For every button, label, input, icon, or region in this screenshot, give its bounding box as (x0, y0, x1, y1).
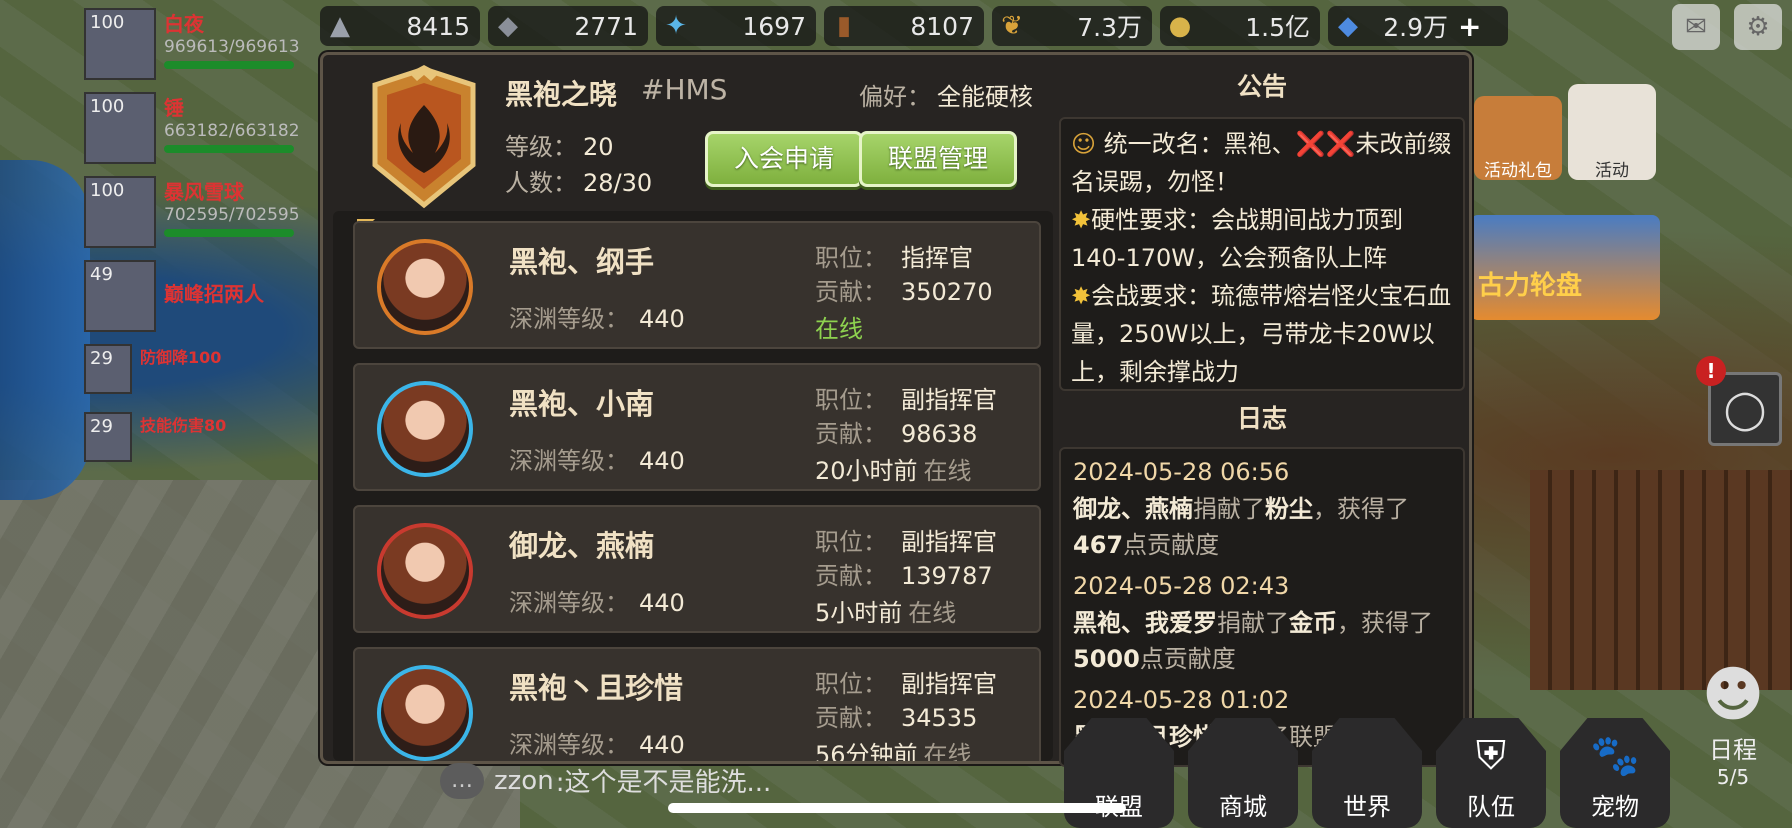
nav-shop[interactable]: 商城 (1188, 718, 1298, 828)
paw-icon: 🐾 (1590, 733, 1640, 779)
member-card[interactable]: 御龙、燕楠 深渊等级： 440 职位： 副指挥官 贡献： 139787 5小时前 在线 (353, 505, 1041, 633)
nav-pet[interactable]: 🐾 宠物 (1560, 718, 1670, 828)
crystal-icon: ✦ (665, 11, 687, 41)
resource-wheat: ❦ 7.3万 (992, 6, 1152, 46)
avatar: 29 (84, 344, 132, 394)
top-right-icons: ✉ ⚙ (1672, 4, 1782, 50)
alliance-manage-button[interactable]: 联盟管理 (859, 131, 1017, 187)
star-icon: ✸ (1071, 206, 1092, 234)
avatar: 49 (84, 260, 156, 332)
settings-gear-icon[interactable]: ⚙ (1734, 4, 1782, 50)
nav-team[interactable]: ⛨ 队伍 (1436, 718, 1546, 828)
guild-preference: 偏好： 全能硬核 (859, 83, 1033, 111)
home-indicator[interactable] (668, 803, 1126, 813)
avatar (377, 523, 473, 619)
member-card[interactable]: 黑袍丶且珍惜 深渊等级： 440 职位： 副指挥官 贡献： 34535 56分钟前 在线 (353, 647, 1041, 761)
add-diamond-icon[interactable]: + (1458, 10, 1481, 43)
nav-world[interactable]: 世界 (1312, 718, 1422, 828)
smiley-icon: ☺ (1071, 130, 1097, 158)
wooden-fence (1530, 470, 1792, 690)
chat-bubble-icon[interactable]: … (440, 762, 484, 799)
notice-title: 公告 (1236, 72, 1287, 101)
lucky-wheel-banner[interactable]: 古力轮盘 (1470, 215, 1660, 320)
resource-crystal: ✦ 1697 (656, 6, 816, 46)
guild-name: 黑袍之晓 (505, 78, 618, 111)
wheat-icon: ❦ (1001, 11, 1023, 41)
wood-icon: ▮ (836, 11, 852, 41)
join-requests-button[interactable]: 入会申请 (705, 131, 863, 187)
notice-board: ☺ 统一改名：黑袍、❌❌未改前缀名误踢，勿怪！ ✸硬性要求：会战期间战力顶到14… (1059, 117, 1465, 391)
avatar: 100 (84, 92, 156, 164)
resource-stone: ▲ 8415 (320, 6, 480, 46)
hp-bar (164, 61, 294, 69)
guild-tag: #HMS (641, 73, 728, 106)
water-area (0, 160, 90, 500)
hp-bar (164, 145, 294, 153)
nav-schedule[interactable]: ☻ 日程 5/5 (1678, 660, 1788, 828)
online-status: 20小时前 在线 (815, 457, 972, 485)
resource-wood: ▮ 8107 (824, 6, 984, 46)
party-member[interactable]: 100 锤 663182/663182 (84, 92, 324, 170)
log-title: 日志 (1236, 404, 1287, 433)
guild-crest-phoenix-icon (372, 65, 476, 209)
schedule-character-icon: ☻ (1701, 660, 1765, 730)
event-calendar-button[interactable]: 活动 (1568, 84, 1656, 181)
hp-bar (164, 229, 294, 237)
avatar (377, 381, 473, 477)
guild-member-count: 人数： 28/30 (505, 169, 653, 197)
member-card[interactable]: 黑袍、小南 深渊等级： 440 职位： 副指挥官 贡献： 98638 20小时前 在线 (353, 363, 1041, 491)
party-list: 100 白夜 969613/969613 100 锤 663182/663182 100… (84, 8, 324, 480)
resource-iron: ◆ 2771 (488, 6, 648, 46)
party-member[interactable]: 29 技能伤害80 (84, 412, 324, 474)
coin-icon: ● (1168, 11, 1192, 41)
guild-level: 等级： 20 (505, 133, 614, 161)
helmet-icon: ⛨ (1476, 733, 1506, 779)
iron-icon: ◆ (498, 11, 518, 41)
online-status: 56分钟前 在线 (815, 741, 972, 761)
mail-icon[interactable]: ✉ (1672, 4, 1720, 50)
resource-coin: ● 1.5亿 (1160, 6, 1320, 46)
party-member[interactable]: 49 巅峰招两人 (84, 260, 324, 338)
avatar: 29 (84, 412, 132, 462)
avatar: 100 (84, 8, 156, 80)
chat-bar[interactable]: … zzon:这个是不是能洗... (440, 762, 771, 799)
avatar (377, 239, 473, 335)
diamond-icon: ◆ (1338, 11, 1358, 41)
alert-icon: ! (1696, 356, 1726, 386)
party-member[interactable]: 29 防御降100 (84, 344, 324, 406)
resource-bar: ▲ 8415 ◆ 2771 ✦ 1697 ▮ 8107 ❦ 7.3万 ● 1.5亿 ◆ 2.9… (320, 0, 1508, 52)
activity-gift-button[interactable]: 活动礼包 (1474, 96, 1562, 181)
party-member[interactable]: 100 暴风雪球 702595/702595 (84, 176, 324, 254)
resource-diamond[interactable]: ◆ 2.9万 + (1328, 6, 1508, 46)
member-card[interactable]: 黑袍、纲手 深渊等级： 440 职位： 指挥官 贡献： 350270 在线 (353, 221, 1041, 349)
guild-panel: 黑袍之晓 #HMS 偏好： 全能硬核 等级： 20 人数： 28/30 入会申请 联盟… (320, 52, 1472, 767)
star-icon: ✸ (1071, 282, 1092, 310)
online-status: 5小时前 在线 (815, 599, 957, 627)
party-member[interactable]: 100 白夜 969613/969613 (84, 8, 324, 86)
avatar (377, 665, 473, 761)
online-status: 在线 (815, 315, 863, 343)
avatar: 100 (84, 176, 156, 248)
stone-icon: ▲ (330, 11, 350, 41)
